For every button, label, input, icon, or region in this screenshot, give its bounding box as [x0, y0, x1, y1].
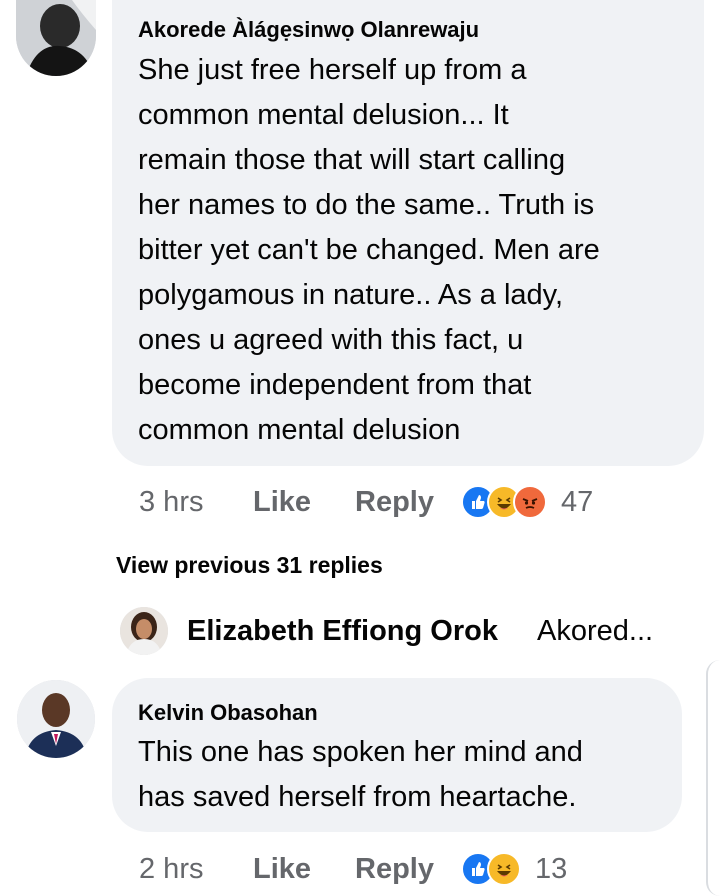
comment-timestamp[interactable]: 2 hrs: [139, 853, 203, 886]
comment-line: This one has spoken her mind and: [138, 736, 583, 768]
haha-reaction-icon: [487, 852, 521, 886]
reply-button[interactable]: Reply: [355, 486, 434, 519]
comment-line: common mental delusion: [138, 414, 461, 446]
comment-timestamp[interactable]: 3 hrs: [139, 486, 203, 519]
comment-line: ones u agreed with this fact, u: [138, 324, 524, 356]
collapsed-reply-author[interactable]: Elizabeth Effiong Orok: [187, 615, 498, 648]
comment-line: remain those that will start calling: [138, 144, 566, 176]
like-button[interactable]: Like: [253, 853, 311, 886]
comment-text: She just free herself up from a common m…: [138, 48, 600, 453]
reply-button[interactable]: Reply: [355, 853, 434, 886]
avatar-kelvin[interactable]: [17, 680, 95, 758]
scroll-edge-indicator: [706, 660, 720, 896]
comment-line: become independent from that: [138, 369, 532, 401]
reaction-summary[interactable]: 47: [461, 485, 593, 519]
comment-text: This one has spoken her mind and has sav…: [138, 730, 583, 820]
comment-line: polygamous in nature.. As a lady,: [138, 279, 564, 311]
avatar-image: [120, 607, 168, 655]
comment-line: her names to do the same.. Truth is: [138, 189, 595, 221]
reaction-summary[interactable]: 13: [461, 852, 567, 886]
comment-line: bitter yet can't be changed. Men are: [138, 234, 600, 266]
angry-reaction-icon: [513, 485, 547, 519]
collapsed-reply-snippet[interactable]: Akored...: [537, 615, 653, 648]
comment-author[interactable]: Kelvin Obasohan: [138, 700, 318, 726]
comment-author[interactable]: Akorede Àlágẹsinwọ Olanrewaju: [138, 17, 479, 43]
like-button[interactable]: Like: [253, 486, 311, 519]
comment-line: She just free herself up from a: [138, 54, 527, 86]
reaction-count: 13: [535, 852, 568, 885]
avatar-image: [16, 0, 96, 76]
comment-line: has saved herself from heartache.: [138, 781, 577, 813]
view-previous-replies-link[interactable]: View previous 31 replies: [116, 552, 383, 579]
reaction-count: 47: [561, 485, 594, 518]
comment-line: common mental delusion... It: [138, 99, 509, 131]
avatar-akorede[interactable]: [16, 0, 96, 76]
avatar-image: [17, 680, 95, 758]
avatar-elizabeth[interactable]: [120, 607, 168, 655]
